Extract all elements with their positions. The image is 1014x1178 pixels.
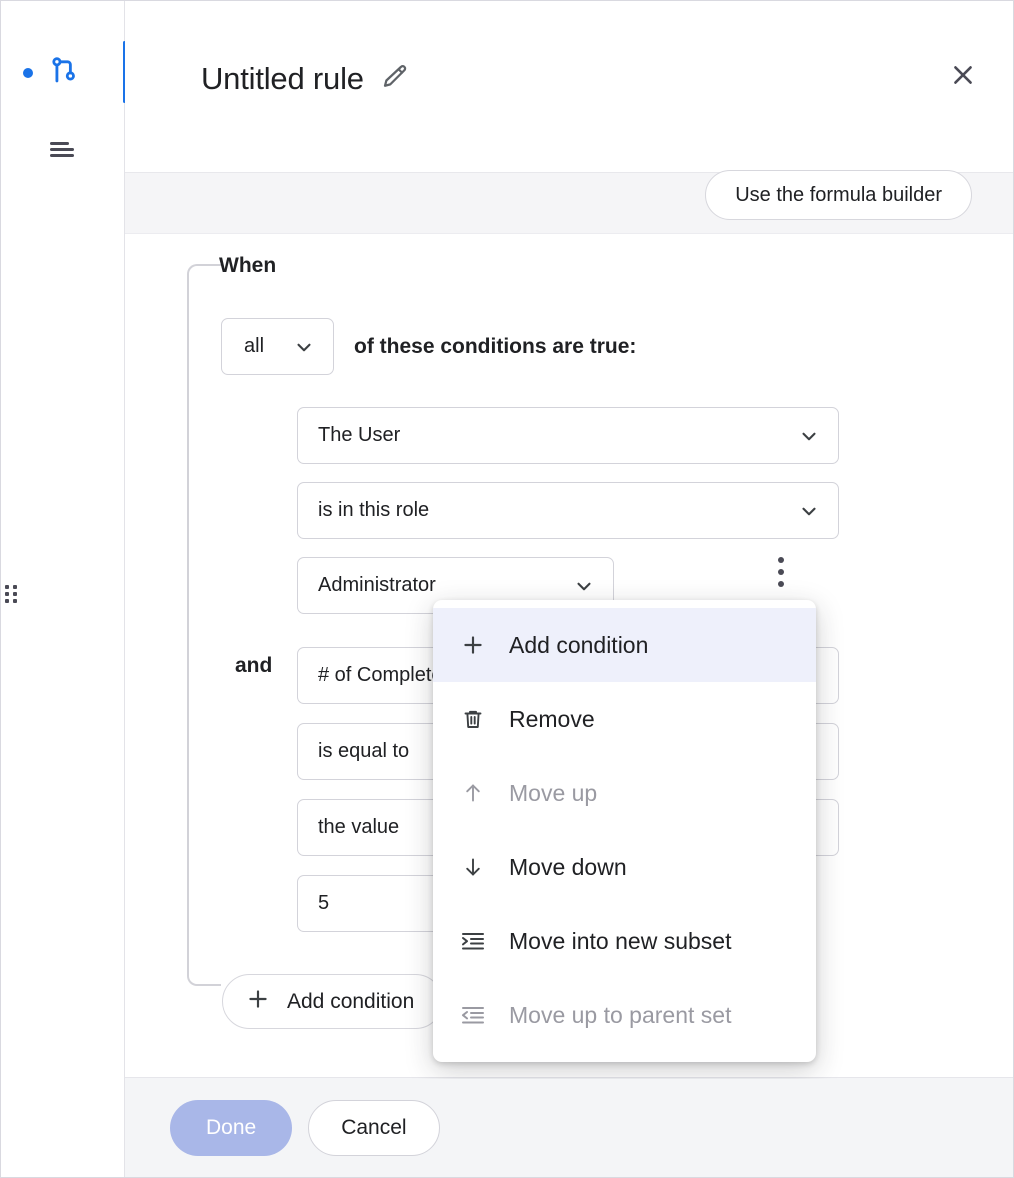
more-vertical-dot bbox=[778, 557, 784, 563]
left-rail bbox=[1, 1, 125, 1177]
drag-dot bbox=[5, 585, 9, 589]
when-label: When bbox=[219, 254, 277, 277]
drag-dot bbox=[5, 599, 9, 603]
hamburger-menu-icon bbox=[47, 138, 77, 165]
close-icon bbox=[949, 61, 977, 94]
drag-dot bbox=[13, 592, 17, 596]
editor-toolbar: Use the formula builder bbox=[125, 170, 1013, 234]
scope-select[interactable]: all bbox=[221, 318, 334, 375]
add-condition-label: Add condition bbox=[287, 989, 415, 1013]
panel-drag-handle[interactable] bbox=[5, 585, 19, 605]
plus-icon bbox=[459, 632, 487, 658]
chevron-down-icon bbox=[293, 336, 315, 358]
more-vertical-dot bbox=[778, 569, 784, 575]
trash-icon bbox=[459, 707, 487, 731]
indent-increase-icon bbox=[459, 929, 487, 953]
menu-item-label: Remove bbox=[509, 705, 595, 732]
menu-item-move-up-to-parent-set: Move up to parent set bbox=[433, 978, 816, 1052]
menu-item-add-condition[interactable]: Add condition bbox=[433, 608, 816, 682]
arrow-down-icon bbox=[459, 855, 487, 879]
scope-select-value: all bbox=[244, 335, 265, 357]
drag-dot bbox=[13, 585, 17, 589]
condition-1-value: Administrator bbox=[318, 574, 436, 596]
rule-body: When all of these conditions are true: T… bbox=[125, 234, 1013, 1079]
panel-footer: Done Cancel bbox=[125, 1077, 1013, 1177]
add-condition-button[interactable]: Add condition bbox=[222, 974, 444, 1029]
menu-item-label: Add condition bbox=[509, 631, 649, 658]
sidebar-item-menu[interactable] bbox=[47, 129, 91, 173]
branch-rule-icon bbox=[47, 54, 81, 93]
chevron-down-icon bbox=[798, 425, 820, 447]
drag-dot bbox=[13, 599, 17, 603]
chevron-down-icon bbox=[798, 500, 820, 522]
scope-row: all of these conditions are true: bbox=[221, 318, 636, 375]
and-label: and bbox=[235, 654, 273, 677]
menu-item-label: Move up to parent set bbox=[509, 1001, 732, 1028]
indent-decrease-icon bbox=[459, 1003, 487, 1027]
menu-item-move-down[interactable]: Move down bbox=[433, 830, 816, 904]
arrow-up-icon bbox=[459, 781, 487, 805]
condition-context-menu: Add condition Remove Move up Move down M… bbox=[433, 600, 816, 1062]
more-vertical-dot bbox=[778, 581, 784, 587]
scope-suffix-label: of these conditions are true: bbox=[354, 334, 637, 358]
condition-1-operator-select[interactable]: is in this role bbox=[297, 482, 839, 539]
active-dot-icon bbox=[23, 68, 33, 78]
cancel-button[interactable]: Cancel bbox=[308, 1099, 440, 1156]
condition-1-subject-value: The User bbox=[318, 424, 401, 446]
chevron-down-icon bbox=[573, 575, 595, 597]
condition-1-more-menu-button[interactable] bbox=[767, 544, 795, 600]
use-formula-builder-button[interactable]: Use the formula builder bbox=[705, 170, 972, 220]
panel-header: Untitled rule bbox=[125, 1, 1013, 173]
done-button[interactable]: Done bbox=[170, 1099, 293, 1156]
pencil-icon[interactable] bbox=[380, 62, 410, 97]
page-title: Untitled rule bbox=[201, 61, 364, 96]
menu-item-remove[interactable]: Remove bbox=[433, 682, 816, 756]
sidebar-item-rules[interactable] bbox=[23, 49, 103, 97]
close-button[interactable] bbox=[941, 55, 985, 99]
formula-builder-label: Use the formula builder bbox=[735, 183, 942, 206]
condition-group-bracket bbox=[187, 264, 221, 986]
menu-item-label: Move down bbox=[509, 853, 627, 880]
condition-1-operator-value: is in this role bbox=[318, 499, 430, 521]
menu-item-move-into-new-subset[interactable]: Move into new subset bbox=[433, 904, 816, 978]
rule-builder-window: Untitled rule Use the formula builder Wh… bbox=[0, 0, 1014, 1178]
menu-item-label: Move into new subset bbox=[509, 927, 732, 954]
plus-icon bbox=[245, 986, 271, 1018]
menu-item-label: Move up bbox=[509, 779, 598, 806]
title-group: Untitled rule bbox=[201, 61, 410, 97]
rule-editor-panel: Untitled rule Use the formula builder Wh… bbox=[125, 1, 1013, 1177]
menu-item-move-up: Move up bbox=[433, 756, 816, 830]
drag-dot bbox=[5, 592, 9, 596]
condition-1-subject-select[interactable]: The User bbox=[297, 407, 839, 464]
